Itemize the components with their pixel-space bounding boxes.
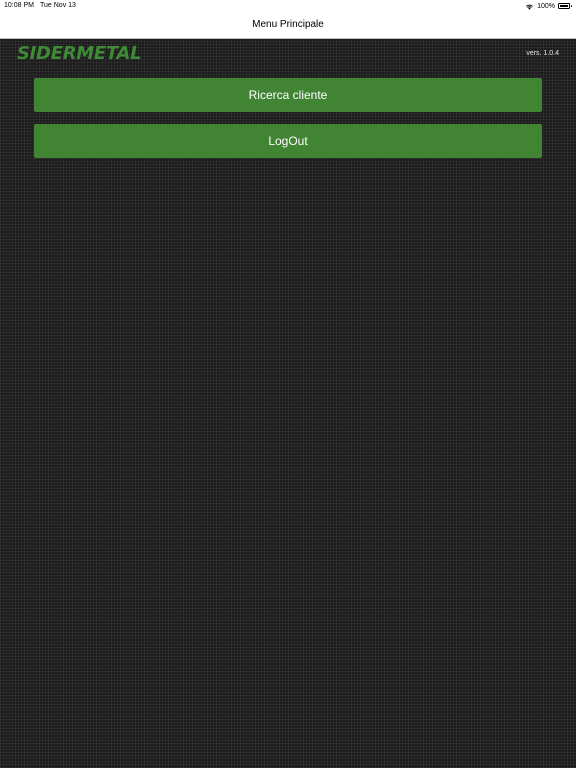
sidermetal-logo: SIDERMETAL — [17, 43, 142, 64]
ricerca-cliente-button[interactable]: Ricerca cliente — [34, 78, 542, 112]
status-bar: 10:08 PM Tue Nov 13 100% — [0, 0, 576, 12]
wifi-icon — [526, 4, 534, 10]
main-content: SIDERMETAL vers. 1.0.4 Ricerca cliente L… — [0, 39, 576, 768]
status-indicators: 100% — [525, 1, 572, 11]
logout-button[interactable]: LogOut — [34, 124, 542, 158]
status-time: 10:08 PM — [4, 2, 34, 9]
app-screen: 10:08 PM Tue Nov 13 100% Menu Principale… — [0, 0, 576, 768]
version-label: vers. 1.0.4 — [526, 50, 559, 57]
battery-fill — [560, 5, 568, 7]
page-title: Menu Principale — [252, 19, 324, 30]
status-date: Tue Nov 13 — [40, 2, 76, 9]
battery-percent: 100% — [537, 2, 555, 10]
battery-icon — [558, 3, 572, 9]
battery-nub — [570, 5, 572, 7]
navigation-bar: Menu Principale — [0, 12, 576, 39]
